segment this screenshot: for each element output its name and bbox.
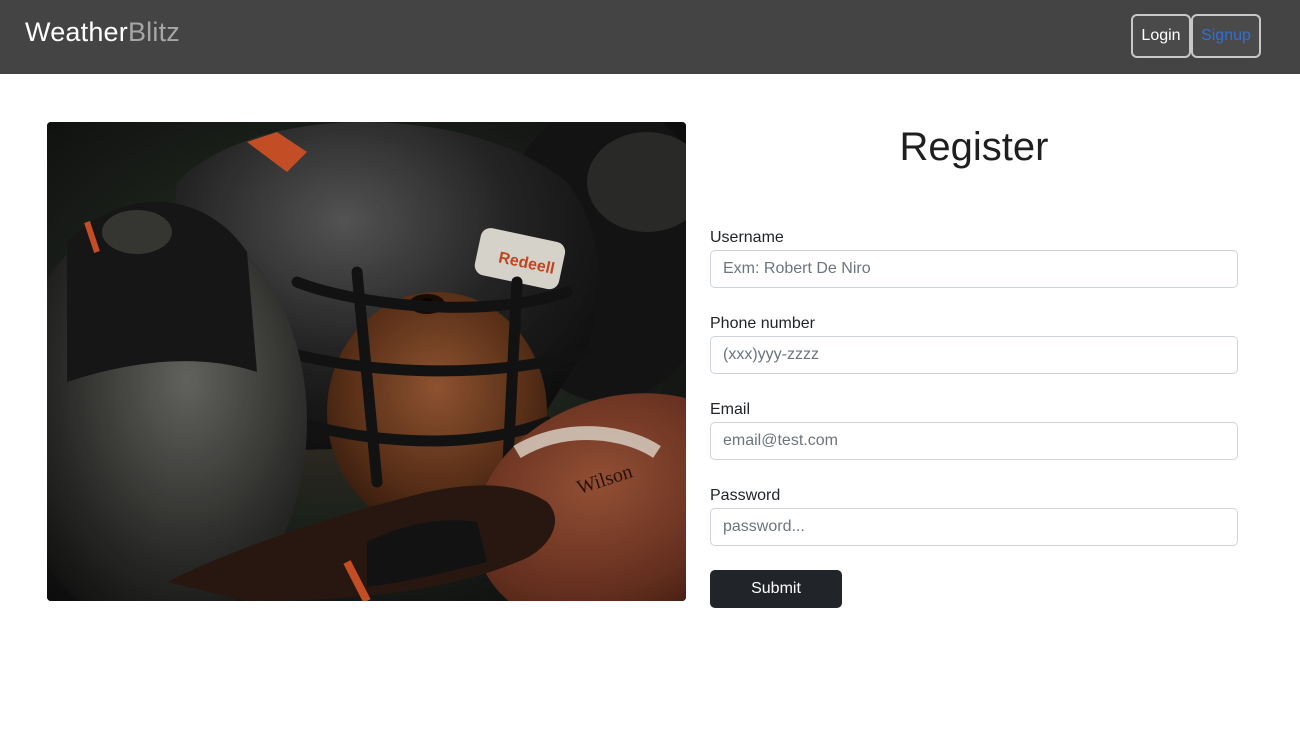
brand-logo[interactable]: WeatherBlitz (25, 16, 180, 48)
email-input[interactable] (710, 422, 1238, 460)
login-button[interactable]: Login (1131, 14, 1191, 58)
brand-primary-text: Weather (25, 17, 128, 47)
signup-button[interactable]: Signup (1191, 14, 1261, 58)
top-navbar: WeatherBlitz Login Signup (0, 0, 1300, 74)
submit-button[interactable]: Submit (710, 570, 842, 608)
email-label: Email (710, 401, 751, 418)
brand-secondary-text: Blitz (127, 17, 180, 47)
username-input[interactable] (710, 250, 1238, 288)
username-label: Username (710, 229, 784, 246)
page-title: Register (899, 125, 1049, 169)
phone-input[interactable] (710, 336, 1238, 374)
football-player-illustration: Redeell Wilson (47, 122, 686, 601)
password-input[interactable] (710, 508, 1238, 546)
phone-label: Phone number (710, 315, 815, 332)
hero-image: Redeell Wilson (47, 122, 686, 601)
password-label: Password (710, 487, 781, 504)
